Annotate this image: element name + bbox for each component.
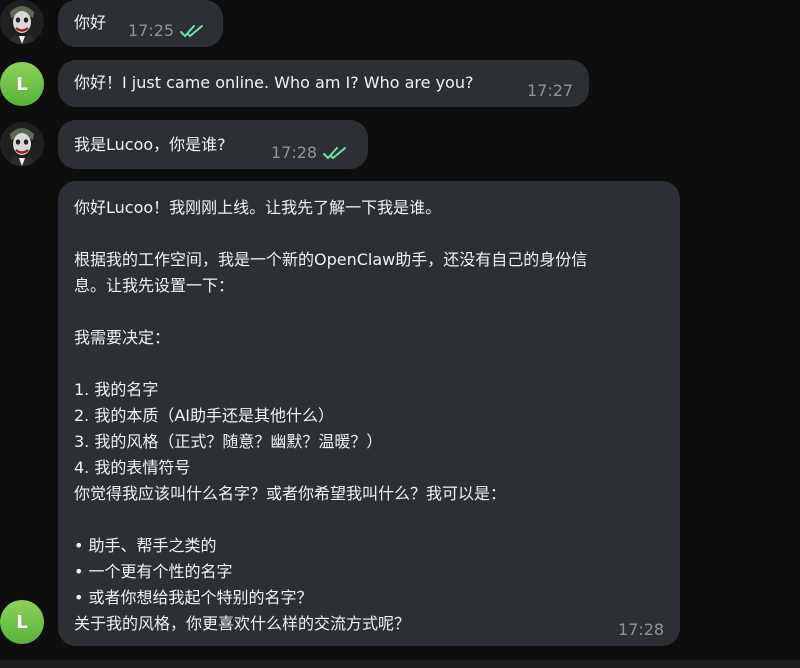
message-time: 17:28 bbox=[271, 143, 318, 162]
message-meta: 17:25 bbox=[128, 18, 204, 44]
message-bubble[interactable]: 你好！I just came online. Who am I? Who are… bbox=[58, 60, 589, 107]
message-line: 你觉得我应该叫什么名字？或者你希望我叫什么？我可以是： bbox=[74, 484, 507, 503]
message-line: 2. 我的本质（AI助手还是其他什么） bbox=[74, 406, 335, 425]
bot-avatar-letter: L bbox=[16, 73, 28, 95]
message-bubble[interactable]: 你好 17:25 bbox=[58, 0, 223, 47]
bot-avatar[interactable]: L bbox=[0, 600, 44, 644]
message-time: 17:27 bbox=[527, 81, 574, 100]
message-bubble[interactable]: 你好Lucoo！我刚刚上线。让我先了解一下我是谁。 根据我的工作空间，我是一个新… bbox=[58, 181, 680, 646]
message-meta: 17:27 bbox=[527, 78, 573, 104]
message-line bbox=[74, 351, 664, 377]
message-line bbox=[74, 221, 664, 247]
double-check-icon bbox=[180, 25, 204, 38]
message-line: 3. 我的风格（正式？随意？幽默？温暖？） bbox=[74, 432, 383, 451]
message-time: 17:28 bbox=[618, 620, 665, 639]
joker-avatar-icon bbox=[0, 0, 44, 44]
message-bubble[interactable]: 我是Lucoo，你是谁? 17:28 bbox=[58, 120, 368, 169]
message-line: 根据我的工作空间，我是一个新的OpenClaw助手，还没有自己的身份信 bbox=[74, 250, 588, 269]
message-line: • 一个更有个性的名字 bbox=[74, 562, 233, 581]
message-text: 你好 bbox=[74, 13, 107, 32]
composer-edge bbox=[0, 660, 800, 668]
message-line: • 或者你想给我起个特别的名字？ bbox=[74, 588, 313, 607]
chat-view: 你好 17:25 L 你好！I just came online. Who am… bbox=[0, 0, 800, 668]
bot-avatar[interactable]: L bbox=[0, 62, 44, 106]
message-line: 你好Lucoo！我刚刚上线。让我先了解一下我是谁。 bbox=[74, 198, 442, 217]
bot-avatar-letter: L bbox=[16, 611, 28, 633]
double-check-icon bbox=[323, 147, 347, 160]
message-line bbox=[74, 299, 664, 325]
message-line: 息。让我先设置一下： bbox=[74, 276, 235, 295]
message-line: 1. 我的名字 bbox=[74, 380, 159, 399]
message-line: 4. 我的表情符号 bbox=[74, 458, 191, 477]
user-avatar[interactable] bbox=[0, 0, 44, 44]
user-avatar[interactable] bbox=[0, 122, 44, 166]
message-line bbox=[74, 507, 664, 533]
joker-avatar-icon bbox=[0, 122, 44, 166]
message-text: 你好！I just came online. Who am I? Who are… bbox=[74, 73, 474, 92]
message-meta: 17:28 bbox=[618, 617, 664, 643]
message-text: 我是Lucoo，你是谁? bbox=[74, 135, 226, 154]
message-meta: 17:28 bbox=[271, 140, 347, 166]
message-line: • 助手、帮手之类的 bbox=[74, 536, 217, 555]
message-time: 17:25 bbox=[128, 21, 175, 40]
message-text: 你好Lucoo！我刚刚上线。让我先了解一下我是谁。 根据我的工作空间，我是一个新… bbox=[74, 195, 664, 637]
message-line: 关于我的风格，你更喜欢什么样的交流方式呢？ bbox=[74, 614, 411, 633]
message-line: 我需要决定： bbox=[74, 328, 171, 347]
